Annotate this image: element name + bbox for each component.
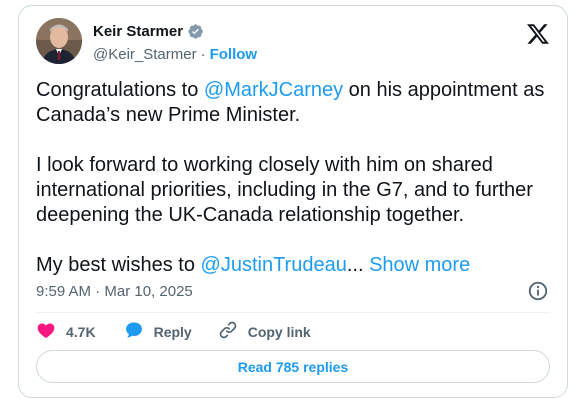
action-bar: 4.7K Reply Copy link [36, 320, 311, 343]
follow-button[interactable]: Follow [210, 46, 258, 63]
copy-link-label: Copy link [247, 323, 311, 340]
divider [36, 312, 550, 313]
link-icon [218, 320, 238, 343]
tweet-paragraph-3: My best wishes to @JustinTrudeau... Show… [36, 253, 556, 278]
avatar[interactable] [36, 18, 82, 64]
tweet-card: Keir Starmer @Keir_Starmer · Follow Cong… [18, 5, 568, 398]
heart-icon [36, 320, 56, 343]
x-logo-icon[interactable] [526, 22, 550, 46]
mention-mark-carney[interactable]: @MarkJCarney [204, 79, 343, 101]
author-handle[interactable]: @Keir_Starmer [93, 46, 197, 63]
read-replies-label: Read 785 replies [237, 358, 349, 375]
tweet-text: Congratulations to @MarkJCarney on his a… [36, 78, 556, 278]
author-handle-row: @Keir_Starmer · Follow [93, 46, 257, 63]
show-more-link[interactable]: Show more [369, 254, 470, 276]
timestamp[interactable]: 9:59 AM · Mar 10, 2025 [36, 283, 193, 300]
author-name[interactable]: Keir Starmer [93, 23, 183, 40]
tweet-paragraph-1: Congratulations to @MarkJCarney on his a… [36, 78, 556, 128]
reply-bubble-icon [124, 320, 144, 343]
author-name-row: Keir Starmer [93, 23, 204, 40]
text-segment: Congratulations to [36, 79, 204, 101]
text-segment: My best wishes to [36, 254, 201, 276]
copy-link-button[interactable]: Copy link [218, 320, 311, 343]
info-icon[interactable] [527, 280, 549, 302]
read-replies-button[interactable]: Read 785 replies [36, 350, 550, 383]
reply-label: Reply [153, 323, 192, 340]
separator-dot: · [200, 46, 206, 63]
like-count: 4.7K [66, 323, 96, 340]
verified-badge-icon [187, 23, 204, 40]
mention-justin-trudeau[interactable]: @JustinTrudeau [201, 254, 347, 276]
ellipsis: ... [346, 254, 364, 276]
tweet-paragraph-2: I look forward to working closely with h… [36, 154, 533, 226]
like-button[interactable]: 4.7K [36, 320, 96, 343]
reply-button[interactable]: Reply [124, 320, 192, 343]
